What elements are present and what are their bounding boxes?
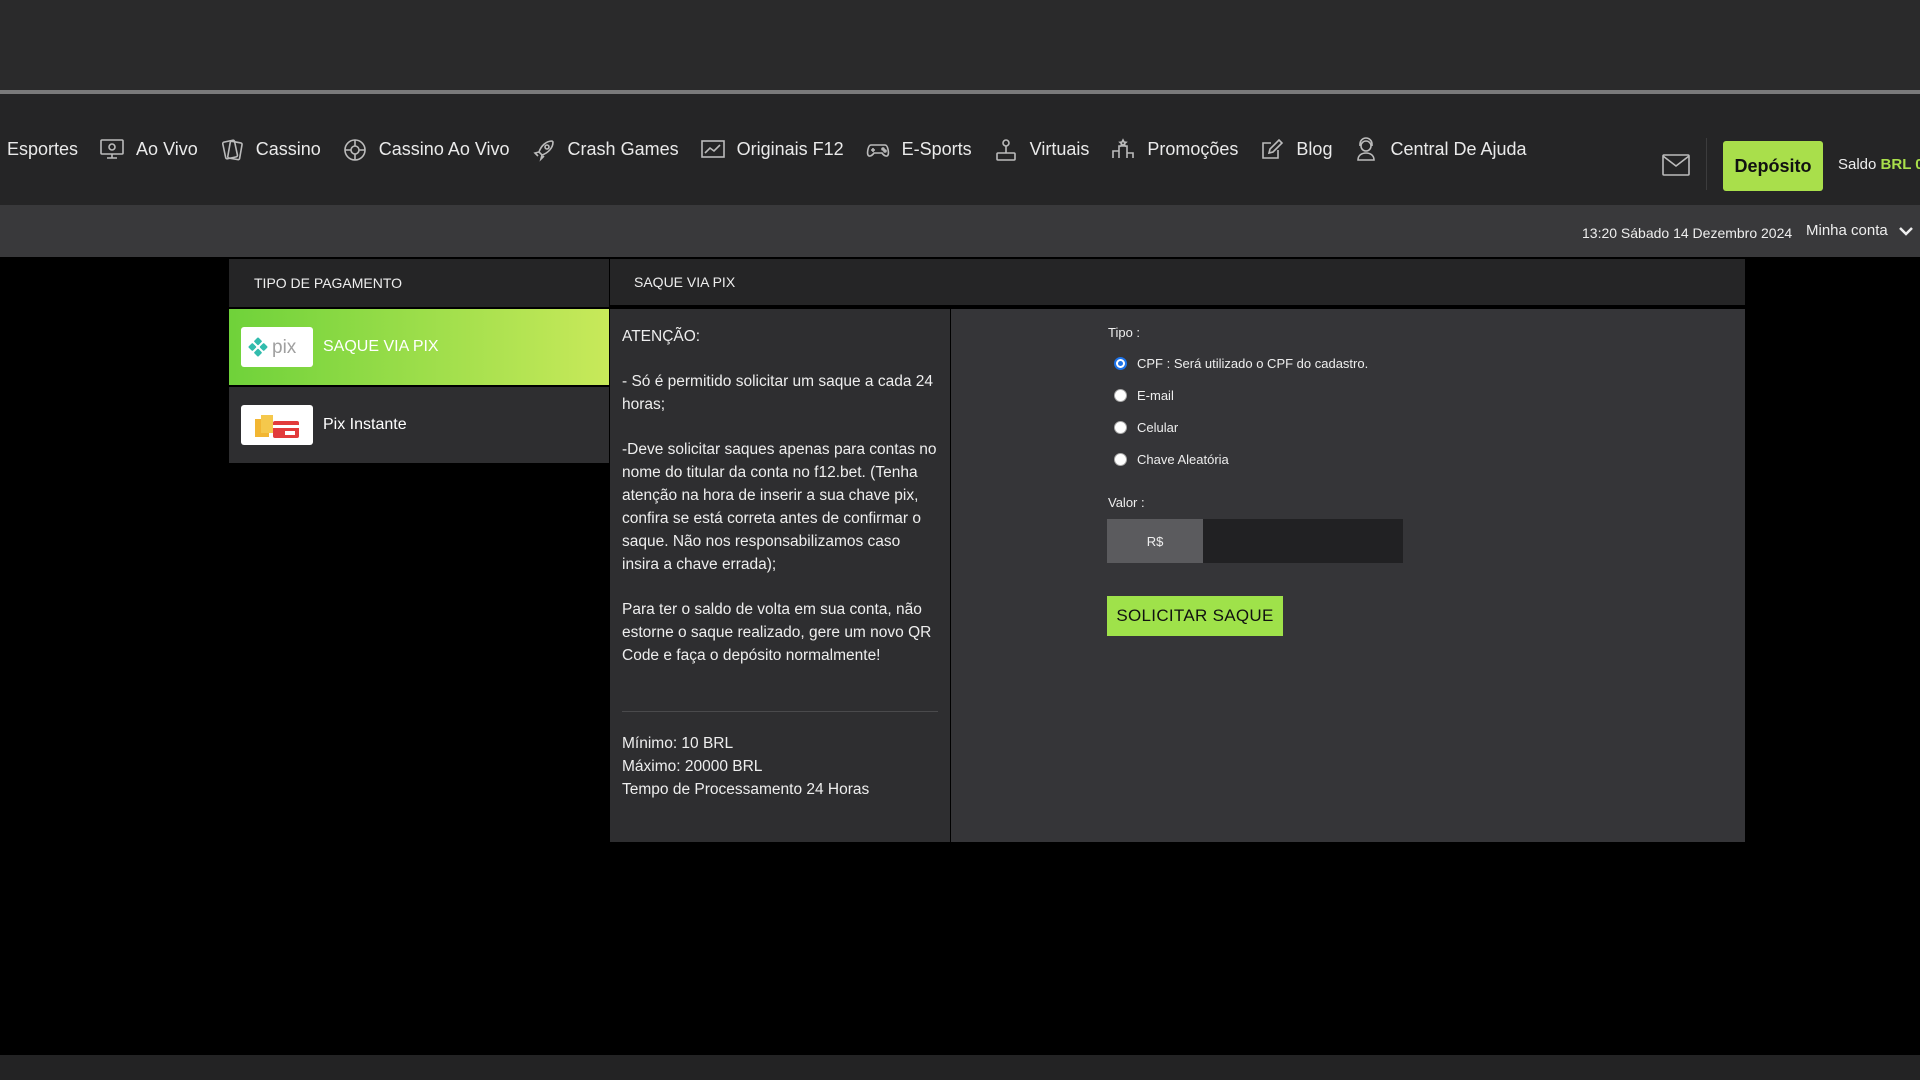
payment-option-label: Pix Instante	[323, 416, 407, 433]
deposit-button[interactable]: Depósito	[1723, 141, 1823, 191]
radio-option-chave-aleatoria[interactable]: Chave Aleatória	[1114, 452, 1229, 467]
nav-item-label: Esportes	[7, 139, 79, 159]
request-withdraw-button[interactable]: SOLICITAR SAQUE	[1107, 596, 1283, 636]
radio-option-celular[interactable]: Celular	[1114, 420, 1178, 435]
nav-item-label: Originais F12	[736, 139, 844, 159]
radio-option-cpf[interactable]: CPF : Será utilizado o CPF do cadastro.	[1114, 356, 1368, 371]
nav-item-cassino[interactable]: Cassino	[208, 94, 331, 205]
nav-item-label: Central De Ajuda	[1390, 139, 1527, 159]
valor-label: Valor :	[1108, 495, 1145, 510]
nav-item-promocoes[interactable]: Promoções	[1099, 94, 1248, 205]
pix-instant-logo	[241, 405, 313, 445]
radio-label: Celular	[1137, 420, 1179, 435]
payment-option-saque-via-pix[interactable]: pix SAQUE VIA PIX	[229, 309, 609, 387]
withdraw-title: SAQUE VIA PIX	[610, 259, 1745, 307]
rule-text: -Deve solicitar saques apenas para conta…	[622, 441, 937, 573]
currency-prefix: R$	[1107, 519, 1203, 563]
radio-option-email[interactable]: E-mail	[1114, 388, 1174, 403]
joystick-icon	[992, 136, 1020, 164]
nav-item-ao-vivo[interactable]: Ao Vivo	[88, 94, 208, 205]
payment-option-pix-instante[interactable]: Pix Instante	[229, 387, 609, 465]
radio-button[interactable]	[1114, 421, 1127, 434]
withdraw-form: Tipo : CPF : Será utilizado o CPF do cad…	[951, 309, 1745, 842]
amount-input[interactable]	[1203, 519, 1403, 563]
nav-item-crash-games[interactable]: Crash Games	[520, 94, 689, 205]
radio-label: Chave Aleatória	[1137, 452, 1229, 467]
nav-item-label: Crash Games	[567, 139, 679, 159]
nav-item-label: Blog	[1296, 139, 1333, 159]
nav-item-label: E-Sports	[901, 139, 972, 159]
gamepad-icon	[864, 136, 892, 164]
processing-time: Tempo de Processamento 24 Horas	[622, 781, 870, 798]
chevron-down-icon	[1898, 226, 1913, 236]
footer-bar	[0, 1055, 1920, 1080]
nav-item-label: Promoções	[1147, 139, 1239, 159]
radio-button[interactable]	[1114, 357, 1127, 370]
nav-item-e-sports[interactable]: E-Sports	[854, 94, 982, 205]
nav-item-label: Cassino	[255, 139, 321, 159]
payment-option-label: SAQUE VIA PIX	[323, 338, 439, 355]
nav-item-central-de-ajuda[interactable]: Central De Ajuda	[1342, 94, 1536, 205]
nav-item-virtuais[interactable]: Virtuais	[982, 94, 1100, 205]
edit-icon	[1258, 136, 1286, 164]
nav-item-blog[interactable]: Blog	[1248, 94, 1342, 205]
nav-item-label: Cassino Ao Vivo	[378, 139, 510, 159]
info-divider	[622, 711, 938, 712]
nav-item-label: Ao Vivo	[136, 139, 198, 159]
podium-icon	[1109, 136, 1137, 164]
balance-amount: BRL 0	[1880, 156, 1920, 173]
rule-text: Para ter o saldo de volta em sua conta, …	[622, 601, 932, 664]
pix-logo: pix	[241, 327, 313, 367]
payment-type-panel: TIPO DE PAGAMENTO pix SAQUE VIA PIX Pix …	[229, 259, 609, 465]
main-navbar: Esportes Ao Vivo Cassino Cassino Ao Vivo…	[0, 94, 1920, 205]
cards-icon	[218, 136, 246, 164]
nav-item-label: Virtuais	[1029, 139, 1090, 159]
withdraw-info-panel: ATENÇÃO: - Só é permitido solicitar um s…	[610, 309, 950, 842]
nav-item-cassino-ao-vivo[interactable]: Cassino Ao Vivo	[331, 94, 520, 205]
top-blank-bar	[0, 0, 1920, 92]
nav-menu: Esportes Ao Vivo Cassino Cassino Ao Vivo…	[0, 94, 1537, 205]
live-tv-icon	[98, 136, 126, 164]
nav-item-esportes[interactable]: Esportes	[0, 94, 88, 205]
attention-title: ATENÇÃO:	[622, 328, 701, 345]
account-menu[interactable]: Minha conta	[1806, 222, 1914, 239]
balance-label: Saldo	[1838, 156, 1877, 173]
rule-text: - Só é permitido solicitar um saque a ca…	[622, 373, 934, 413]
svg-text:pix: pix	[272, 337, 297, 358]
tipo-label: Tipo :	[1108, 325, 1141, 340]
radio-button[interactable]	[1114, 453, 1127, 466]
limit-minimum: Mínimo: 10 BRL	[622, 735, 734, 752]
roulette-icon	[341, 136, 369, 164]
account-menu-label: Minha conta	[1806, 222, 1888, 239]
header-separator	[1706, 138, 1707, 190]
limit-maximum: Máximo: 20000 BRL	[622, 758, 763, 775]
support-icon	[1352, 136, 1380, 164]
current-datetime: 13:20 Sábado 14 Dezembro 2024	[1582, 225, 1793, 241]
mail-icon[interactable]	[1662, 154, 1690, 176]
balance-display: Saldo BRL 0	[1838, 156, 1920, 173]
radio-label: E-mail	[1137, 388, 1174, 403]
chart-icon	[699, 136, 727, 164]
rocket-icon	[530, 136, 558, 164]
radio-label: CPF : Será utilizado o CPF do cadastro.	[1137, 356, 1369, 371]
radio-button[interactable]	[1114, 389, 1127, 402]
nav-item-originais-f12[interactable]: Originais F12	[689, 94, 854, 205]
payment-type-title: TIPO DE PAGAMENTO	[229, 259, 609, 309]
